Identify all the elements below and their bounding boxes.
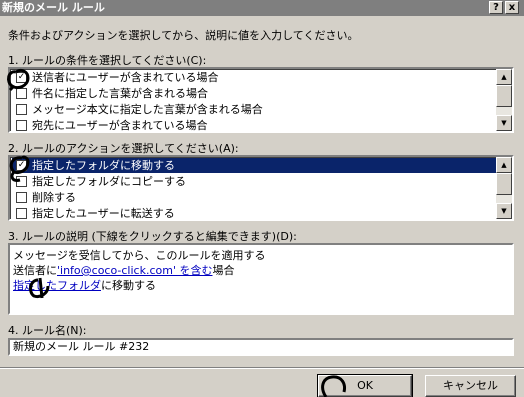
conditions-list[interactable]: ✓ 送信者にユーザーが含まれている場合 件名に指定した言葉が含まれる場合 メッセ… bbox=[8, 67, 514, 133]
action-item[interactable]: 指定したユーザーに転送する bbox=[12, 206, 498, 220]
scroll-up-icon[interactable]: ▲ bbox=[496, 69, 512, 85]
separator bbox=[0, 367, 524, 369]
condition-label: 送信者にユーザーが含まれている場合 bbox=[32, 71, 219, 84]
actions-list[interactable]: ✓ 指定したフォルダに移動する 指定したフォルダにコピーする 削除する 指定した… bbox=[8, 155, 514, 221]
scroll-down-icon[interactable]: ▼ bbox=[496, 115, 512, 131]
description-text: に移動する bbox=[101, 279, 156, 292]
help-button[interactable]: ? bbox=[489, 1, 503, 14]
window-title: 新規のメール ルール bbox=[2, 1, 105, 14]
actions-scrollbar[interactable]: ▲ ▼ bbox=[496, 157, 512, 219]
description-line: 送信者に'info@coco-click.com' を含む場合 bbox=[13, 263, 509, 278]
condition-label: メッセージ本文に指定した言葉が含まれる場合 bbox=[32, 103, 263, 116]
action-item[interactable]: 指定したフォルダにコピーする bbox=[12, 174, 498, 189]
checkbox[interactable] bbox=[16, 176, 27, 187]
action-label: 削除する bbox=[32, 191, 76, 204]
cancel-button[interactable]: キャンセル bbox=[425, 375, 516, 397]
instruction-text: 条件およびアクションを選択してから、説明に値を入力してください。 bbox=[8, 29, 359, 42]
description-text: 場合 bbox=[212, 264, 235, 277]
description-text: 送信者に bbox=[13, 264, 57, 277]
action-label: 指定したユーザーに転送する bbox=[32, 207, 175, 220]
rule-name-input[interactable]: 新規のメール ルール #232 bbox=[8, 338, 514, 356]
checkbox[interactable] bbox=[16, 208, 27, 219]
condition-item[interactable]: メッセージ本文に指定した言葉が含まれる場合 bbox=[12, 102, 498, 117]
checkbox[interactable]: ✓ bbox=[16, 72, 27, 83]
rule-name-label: 4. ルール名(N): bbox=[8, 324, 87, 337]
description-line: メッセージを受信してから、このルールを適用する bbox=[13, 249, 266, 262]
condition-item[interactable]: 宛先にユーザーが含まれている場合 bbox=[12, 118, 498, 132]
scroll-thumb[interactable] bbox=[496, 173, 512, 195]
action-item[interactable]: ✓ 指定したフォルダに移動する bbox=[12, 158, 498, 173]
title-bar: 新規のメール ルール ? x bbox=[0, 0, 524, 16]
scroll-down-icon[interactable]: ▼ bbox=[496, 203, 512, 219]
description-line: 指定したフォルダに移動する bbox=[13, 278, 509, 293]
rule-description-box: メッセージを受信してから、このルールを適用する 送信者に'info@coco-c… bbox=[8, 243, 514, 315]
checkbox[interactable] bbox=[16, 88, 27, 99]
conditions-scrollbar[interactable]: ▲ ▼ bbox=[496, 69, 512, 131]
checkbox[interactable] bbox=[16, 192, 27, 203]
action-item[interactable]: 削除する bbox=[12, 190, 498, 205]
description-label: 3. ルールの説明 (下線をクリックすると編集できます)(D): bbox=[8, 230, 297, 243]
actions-label: 2. ルールのアクションを選択してください(A): bbox=[8, 142, 239, 155]
condition-label: 件名に指定した言葉が含まれる場合 bbox=[32, 87, 208, 100]
conditions-label: 1. ルールの条件を選択してください(C): bbox=[8, 54, 207, 67]
condition-item[interactable]: 件名に指定した言葉が含まれる場合 bbox=[12, 86, 498, 101]
ok-button[interactable]: OK bbox=[317, 374, 413, 397]
action-label: 指定したフォルダにコピーする bbox=[32, 175, 186, 188]
scroll-up-icon[interactable]: ▲ bbox=[496, 157, 512, 173]
close-button[interactable]: x bbox=[505, 1, 519, 14]
sender-link[interactable]: 'info@coco-click.com' を含む bbox=[57, 264, 212, 277]
checkbox[interactable]: ✓ bbox=[16, 160, 27, 171]
checkbox[interactable] bbox=[16, 104, 27, 115]
folder-link[interactable]: 指定したフォルダ bbox=[13, 279, 101, 292]
checkbox[interactable] bbox=[16, 120, 27, 131]
condition-item[interactable]: ✓ 送信者にユーザーが含まれている場合 bbox=[12, 70, 498, 85]
condition-label: 宛先にユーザーが含まれている場合 bbox=[32, 119, 208, 132]
action-label: 指定したフォルダに移動する bbox=[32, 159, 175, 172]
scroll-thumb[interactable] bbox=[496, 85, 512, 107]
